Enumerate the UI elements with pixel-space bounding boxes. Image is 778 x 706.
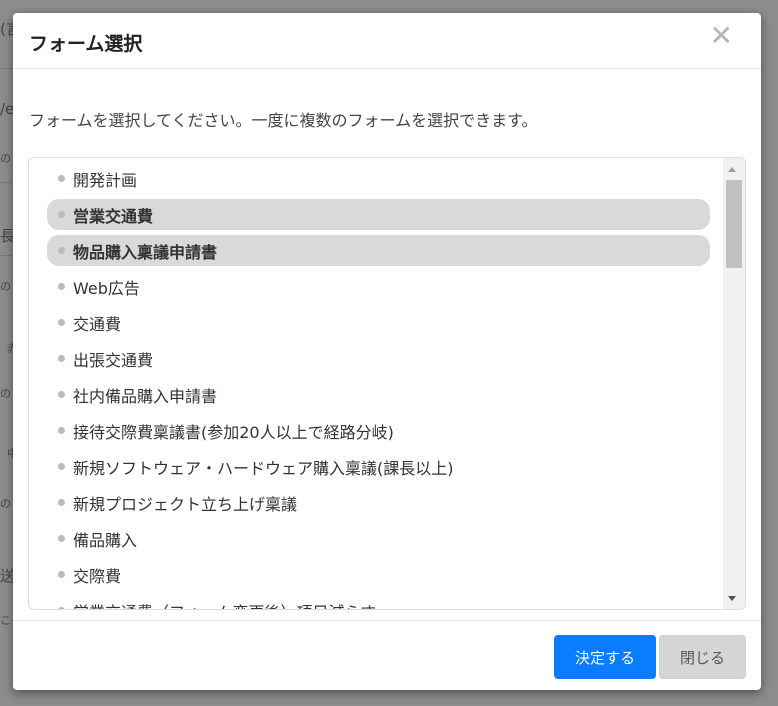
scrollbar-thumb[interactable] <box>726 180 742 268</box>
list-item-label: 物品購入稟議申請書 <box>73 242 218 262</box>
list-item-label: 交際費 <box>73 566 122 586</box>
list-item[interactable]: 物品購入稟議申請書 <box>47 235 710 266</box>
background-divider <box>0 182 12 183</box>
background-text: の <box>0 497 11 510</box>
list-item[interactable]: 新規プロジェクト立ち上げ稟議 <box>47 487 710 518</box>
list-item-label: 新規ソフトウェア・ハードウェア購入稟議(課長以上) <box>73 458 454 478</box>
list-item-label: 新規プロジェクト立ち上げ稟議 <box>73 494 298 514</box>
bullet-icon <box>58 571 65 578</box>
list-item[interactable]: Web広告 <box>47 271 710 302</box>
bullet-icon <box>58 463 65 470</box>
bullet-icon <box>58 211 65 218</box>
bullet-icon <box>58 391 65 398</box>
bullet-icon <box>58 355 65 362</box>
list-scrollbar[interactable] <box>723 158 745 609</box>
list-item[interactable]: 開発計画 <box>47 163 710 194</box>
bullet-icon <box>58 499 65 506</box>
list-item-label: Web広告 <box>73 278 140 298</box>
background-divider <box>0 68 12 69</box>
form-list-items: 開発計画営業交通費物品購入稟議申請書 Web広告交通費出張交通費社内備品購入申請書… <box>29 158 723 609</box>
bullet-icon <box>58 319 65 326</box>
modal-title: フォーム選択 <box>29 33 143 55</box>
background-text: の <box>0 152 11 165</box>
instruction-text: フォームを選択してください。一度に複数のフォームを選択できます。 <box>29 111 538 130</box>
confirm-button[interactable]: 決定する <box>554 635 656 679</box>
list-item-label: 社内備品購入申請書 <box>73 386 218 406</box>
list-item-label: 備品購入 <box>73 530 138 550</box>
list-item[interactable]: 営業交通費（フォーム変更後）項目減らす <box>47 595 710 610</box>
list-item-label: 出張交通費 <box>73 350 154 370</box>
list-item[interactable]: 営業交通費 <box>47 199 710 230</box>
form-select-modal: フォーム選択 ✕ フォームを選択してください。一度に複数のフォームを選択できます… <box>13 13 761 690</box>
background-text: の <box>0 387 11 400</box>
modal-header: フォーム選択 ✕ <box>13 13 761 69</box>
bullet-icon <box>58 175 65 182</box>
background-text: こ <box>0 614 11 627</box>
modal-footer: 決定する 閉じる <box>13 620 761 690</box>
scroll-up-icon[interactable] <box>728 167 736 172</box>
bullet-icon <box>58 283 65 290</box>
list-item[interactable]: 社内備品購入申請書 <box>47 379 710 410</box>
bullet-icon <box>58 247 65 254</box>
list-item[interactable]: 交際費 <box>47 559 710 590</box>
background-divider <box>0 255 12 256</box>
list-item-label: 営業交通費（フォーム変更後）項目減らす <box>73 599 376 610</box>
list-item-label: 接待交際費稟議書(参加20人以上で経路分岐) <box>73 422 394 442</box>
bullet-icon <box>58 427 65 434</box>
list-item[interactable]: 出張交通費 <box>47 343 710 374</box>
list-item[interactable]: 交通費 <box>47 307 710 338</box>
list-item-label: 交通費 <box>73 314 122 334</box>
scroll-down-icon[interactable] <box>728 596 736 601</box>
bullet-icon <box>58 535 65 542</box>
list-item[interactable]: 備品購入 <box>47 523 710 554</box>
bullet-icon <box>58 607 65 609</box>
background-text: の <box>0 280 11 293</box>
list-item-label: 営業交通費 <box>73 206 154 226</box>
close-icon[interactable]: ✕ <box>710 22 733 50</box>
list-item[interactable]: 接待交際費稟議書(参加20人以上で経路分岐) <box>47 415 710 446</box>
list-item-label: 開発計画 <box>73 170 138 190</box>
form-list[interactable]: 開発計画営業交通費物品購入稟議申請書 Web広告交通費出張交通費社内備品購入申請書… <box>28 157 746 610</box>
list-item[interactable]: 新規ソフトウェア・ハードウェア購入稟議(課長以上) <box>47 451 710 482</box>
close-button[interactable]: 閉じる <box>659 635 746 679</box>
